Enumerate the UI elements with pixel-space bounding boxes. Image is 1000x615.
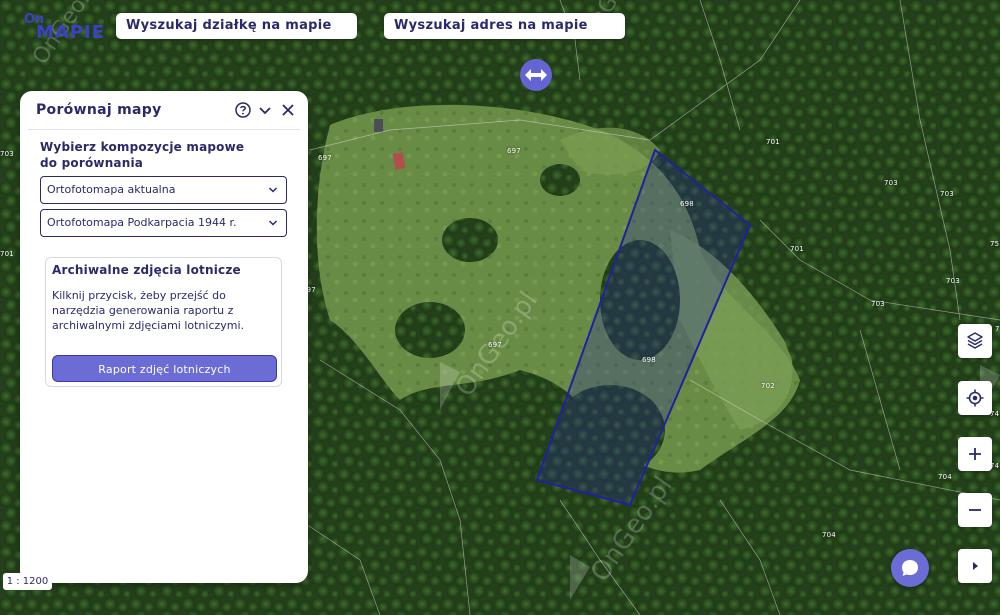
layers-icon	[967, 332, 983, 349]
caret-right-icon	[973, 562, 978, 570]
chat-bubble-icon	[902, 560, 918, 576]
parcel-number: 701	[790, 245, 804, 253]
expand-toolbar-button[interactable]	[958, 549, 992, 583]
search-address-button[interactable]: Wyszukaj adres na mapie	[384, 13, 625, 39]
parcel-number: 697	[507, 147, 521, 155]
parcel-number: 75	[990, 240, 1000, 248]
parcel-number: 701	[0, 250, 14, 258]
right-map-select-value: Ortofotomapa Podkarpacia 1944 r.	[47, 216, 237, 229]
archive-title: Archiwalne zdjęcia lotnicze	[52, 263, 241, 277]
left-right-arrows-icon	[525, 69, 547, 81]
layers-button[interactable]	[958, 324, 992, 358]
parcel-number: 697	[318, 154, 332, 162]
parcel-number: 698	[680, 200, 694, 208]
parcel-number: 7	[995, 325, 1000, 333]
chevron-down-icon	[268, 187, 278, 193]
parcel-number: 703	[940, 190, 954, 198]
parcel-number: 704	[938, 473, 952, 481]
parcel-number: 698	[642, 356, 656, 364]
archive-photos-card: Archiwalne zdjęcia lotnicze Kilknij przy…	[45, 257, 282, 387]
parcel-number: 701	[766, 138, 780, 146]
parcel-number: 703	[884, 179, 898, 187]
zoom-out-button[interactable]	[958, 493, 992, 527]
panel-title: Porównaj mapy	[36, 102, 162, 118]
left-map-select[interactable]: Ortofotomapa aktualna	[40, 176, 287, 204]
left-map-select-value: Ortofotomapa aktualna	[47, 183, 176, 196]
chevron-down-icon	[268, 220, 278, 226]
locate-button[interactable]	[958, 381, 992, 415]
zoom-in-icon	[969, 448, 981, 460]
parcel-number: 697	[488, 341, 502, 349]
zoom-in-button[interactable]	[958, 437, 992, 471]
logo-text: MAPIE	[36, 22, 106, 43]
parcel-number: 703	[871, 300, 885, 308]
app-logo[interactable]: On MAPIE	[20, 10, 104, 44]
compare-maps-panel: Porównaj mapy Wybierz kompozycje mapowe …	[20, 91, 308, 583]
parcel-number: 704	[822, 531, 836, 539]
panel-divider	[28, 129, 300, 130]
archive-description: Kilknij przycisk, żeby przejść do narzęd…	[52, 289, 245, 332]
locate-icon	[966, 389, 984, 407]
compare-slider-handle[interactable]	[520, 59, 552, 91]
chat-button[interactable]	[891, 549, 929, 587]
collapse-chevron-icon[interactable]	[256, 101, 274, 119]
help-icon[interactable]	[234, 101, 252, 119]
map-scale-label: 1 : 1200	[3, 573, 52, 590]
parcel-number: 703	[946, 277, 960, 285]
aerial-photo-report-button[interactable]: Raport zdjęć lotniczych	[52, 355, 277, 382]
search-parcel-button[interactable]: Wyszukaj działkę na mapie	[116, 13, 357, 39]
zoom-out-icon	[969, 509, 981, 511]
compositions-label: Wybierz kompozycje mapowe do porównania	[40, 140, 245, 170]
parcel-number: 703	[0, 150, 14, 158]
parcel-number: 702	[761, 382, 775, 390]
right-map-select[interactable]: Ortofotomapa Podkarpacia 1944 r.	[40, 209, 287, 237]
close-icon[interactable]	[279, 101, 297, 119]
